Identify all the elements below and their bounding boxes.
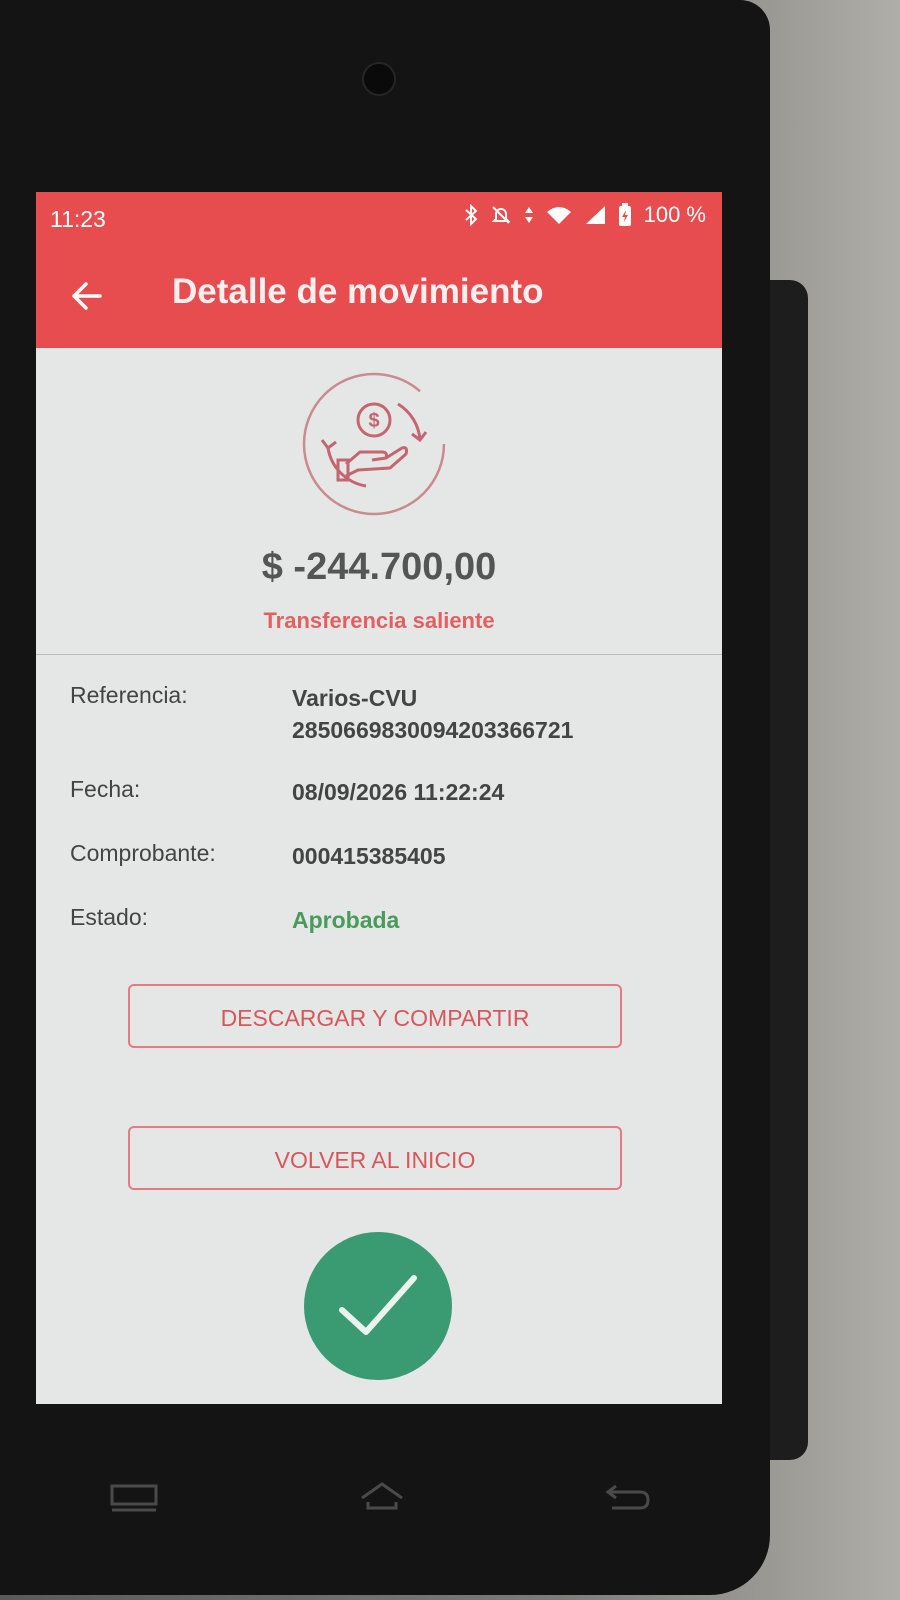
money-transfer-icon: $ (298, 368, 450, 520)
signal-icon (584, 205, 606, 225)
confirm-fab[interactable] (304, 1232, 452, 1380)
detail-value: 08/09/2026 11:22:24 (292, 779, 505, 805)
detail-label: Fecha: (70, 776, 141, 802)
app-bar: Detalle de movimiento (36, 242, 722, 348)
arrow-back-icon (72, 282, 102, 310)
detail-value: 000415385405 (292, 843, 446, 869)
detail-label: Referencia: (70, 682, 188, 708)
movement-type: Transferencia saliente (263, 608, 495, 633)
detail-label: Estado: (70, 904, 148, 930)
svg-text:$: $ (368, 410, 379, 432)
mute-icon (490, 204, 512, 226)
screen: 11:23 100 % Detalle de movimiento $ $ -2… (36, 192, 722, 1404)
pos-device: 11:23 100 % Detalle de movimiento $ $ -2… (0, 0, 770, 1595)
status-icons: 100 % (464, 202, 706, 228)
page-title: Detalle de movimiento (172, 272, 544, 311)
recents-icon (110, 1484, 158, 1512)
recents-button[interactable] (108, 1480, 160, 1519)
battery-icon (618, 203, 632, 227)
home-button[interactable] (358, 1480, 406, 1519)
reference-line-1: Varios-CVU (292, 685, 418, 711)
front-camera (362, 62, 396, 96)
reference-line-2: 2850669830094203366721 (292, 717, 574, 743)
divider (36, 654, 722, 655)
status-badge: Aprobada (292, 907, 400, 933)
home-icon (361, 1482, 403, 1510)
bluetooth-icon (464, 204, 478, 226)
download-share-button[interactable]: DESCARGAR Y COMPARTIR (128, 984, 622, 1048)
detail-label: Comprobante: (70, 840, 216, 866)
back-icon (605, 1484, 650, 1510)
back-button[interactable] (66, 276, 106, 316)
amount: $ -244.700,00 (261, 546, 497, 588)
detail-value: Varios-CVU 2850669830094203366721 (292, 682, 573, 746)
nav-back-button[interactable] (604, 1480, 652, 1519)
battery-level: 100 % (643, 202, 706, 227)
device-side-edge (770, 280, 808, 1460)
status-time: 11:23 (50, 206, 106, 232)
wifi-icon (546, 205, 572, 225)
status-bar: 11:23 100 % (36, 192, 722, 242)
data-icon (524, 204, 534, 226)
back-home-button[interactable]: VOLVER AL INICIO (128, 1126, 622, 1190)
check-icon (339, 1275, 417, 1335)
